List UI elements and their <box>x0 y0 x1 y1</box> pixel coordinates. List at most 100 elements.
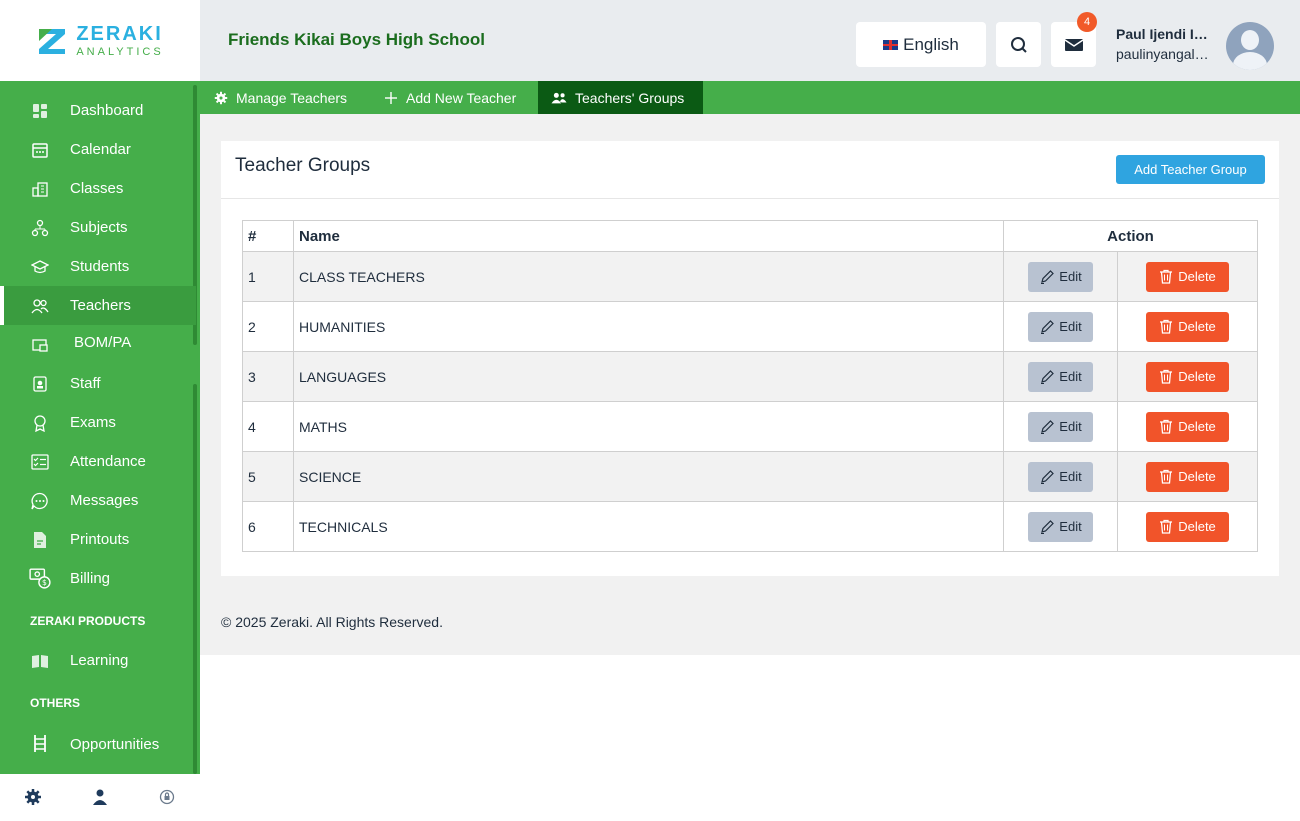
zeraki-logo-icon <box>39 28 66 54</box>
edit-button[interactable]: Edit <box>1028 461 1093 492</box>
delete-button[interactable]: Delete <box>1146 311 1229 342</box>
sidebar-item-exams[interactable]: Exams <box>0 403 196 442</box>
sidebar-item-label: Learning <box>70 652 129 669</box>
edit-label: Edit <box>1059 369 1082 384</box>
sidebar-item-opportunities[interactable]: Opportunities <box>0 725 196 764</box>
sidebar-item-label: Messages <box>70 492 139 509</box>
main-content: Teacher Groups Add Teacher Group # Name … <box>200 114 1300 655</box>
sidebar-item-dashboard[interactable]: Dashboard <box>0 91 196 130</box>
tab-teachers-groups[interactable]: Teachers' Groups <box>538 81 703 114</box>
group-name: LANGUAGES <box>293 351 1004 402</box>
group-name: TECHNICALS <box>293 501 1004 552</box>
uk-flag-icon <box>883 39 899 50</box>
bom-icon <box>32 339 48 352</box>
sidebar-item-label: Dashboard <box>70 102 144 119</box>
delete-label: Delete <box>1178 269 1216 284</box>
tab-label: Manage Teachers <box>236 89 348 106</box>
trash-icon <box>1160 519 1173 534</box>
edit-button[interactable]: Edit <box>1028 311 1093 342</box>
edit-cell: Edit <box>1003 301 1118 352</box>
sidebar-item-label: Attendance <box>70 453 146 470</box>
avatar-body <box>1233 52 1267 70</box>
avatar[interactable] <box>1226 22 1274 70</box>
logo[interactable]: ZERAKI ANALYTICS <box>0 0 200 81</box>
sidebar-item-subjects[interactable]: Subjects <box>0 208 196 247</box>
table-row: 5 SCIENCE Edit Delete <box>242 451 1258 502</box>
sidebar-item-label: Opportunities <box>70 736 160 753</box>
delete-button[interactable]: Delete <box>1146 361 1229 392</box>
printouts-icon <box>34 532 46 548</box>
teacher-groups-table: # Name Action 1 CLASS TEACHERS Edit Dele… <box>242 220 1258 552</box>
delete-label: Delete <box>1178 319 1216 334</box>
delete-button[interactable]: Delete <box>1146 261 1229 292</box>
pencil-icon <box>1041 269 1055 284</box>
sidebar-item-students[interactable]: Students <box>0 247 196 286</box>
sidebar-item-label: Classes <box>70 180 124 197</box>
delete-cell: Delete <box>1117 301 1258 352</box>
sidebar-item-teachers[interactable]: Teachers <box>0 286 196 325</box>
tab-add-new-teacher[interactable]: Add New Teacher <box>384 81 516 114</box>
delete-button[interactable]: Delete <box>1146 461 1229 492</box>
sidebar-item-bom-pa[interactable]: BOM/PA <box>0 323 196 362</box>
search-button[interactable] <box>996 22 1041 67</box>
edit-cell: Edit <box>1003 401 1118 452</box>
delete-label: Delete <box>1178 519 1216 534</box>
trash-icon <box>1160 469 1173 484</box>
tab-manage-teachers[interactable]: Manage Teachers <box>214 81 347 114</box>
user-info[interactable]: Paul Ijendi Inya… paulinyangal… <box>1116 26 1216 62</box>
sidebar-item-learning[interactable]: Learning <box>0 641 196 680</box>
delete-button[interactable]: Delete <box>1146 411 1229 442</box>
sidebar-item-classes[interactable]: Classes <box>0 169 196 208</box>
language-selector[interactable]: English <box>856 22 986 67</box>
group-name: HUMANITIES <box>293 301 1004 352</box>
sidebar-item-messages[interactable]: Messages <box>0 481 196 520</box>
messages-button[interactable]: 4 <box>1051 12 1097 67</box>
settings-icon[interactable] <box>24 788 42 806</box>
delete-cell: Delete <box>1117 351 1258 402</box>
row-number: 1 <box>242 251 294 302</box>
add-teacher-group-button[interactable]: Add Teacher Group <box>1116 155 1265 184</box>
trash-icon <box>1160 369 1173 384</box>
group-name: CLASS TEACHERS <box>293 251 1004 302</box>
delete-cell: Delete <box>1117 401 1258 452</box>
table-row: 2 HUMANITIES Edit Delete <box>242 301 1258 352</box>
footer-copyright: © 2025 Zeraki. All Rights Reserved. <box>221 614 443 630</box>
sidebar-item-staff[interactable]: Staff <box>0 364 196 403</box>
sub-nav-tabs: Manage Teachers Add New Teacher Teachers… <box>200 81 1300 114</box>
edit-button[interactable]: Edit <box>1028 261 1093 292</box>
subjects-icon <box>31 219 49 237</box>
edit-button[interactable]: Edit <box>1028 511 1093 542</box>
table-row: 6 TECHNICALS Edit Delete <box>242 501 1258 552</box>
column-header-action: Action <box>1003 220 1258 252</box>
students-icon <box>31 260 49 274</box>
gear-icon <box>214 91 228 104</box>
logout-icon[interactable] <box>158 788 176 806</box>
delete-button[interactable]: Delete <box>1146 511 1229 542</box>
sidebar-bottom-bar <box>0 774 200 821</box>
edit-button[interactable]: Edit <box>1028 411 1093 442</box>
sidebar-item-billing[interactable]: $ Billing <box>0 559 196 598</box>
edit-button[interactable]: Edit <box>1028 361 1093 392</box>
profile-icon[interactable] <box>91 788 109 806</box>
sidebar-item-label: Exams <box>70 414 116 431</box>
edit-label: Edit <box>1059 419 1082 434</box>
edit-label: Edit <box>1059 269 1082 284</box>
sidebar-item-calendar[interactable]: Calendar <box>0 130 196 169</box>
sidebar-item-label: Teachers <box>70 297 131 314</box>
sidebar-item-label: Calendar <box>70 141 131 158</box>
pencil-icon <box>1041 419 1055 434</box>
plus-icon <box>385 91 397 104</box>
sidebar-item-printouts[interactable]: Printouts <box>0 520 196 559</box>
attendance-icon <box>31 454 49 470</box>
pencil-icon <box>1041 469 1055 484</box>
sidebar-item-attendance[interactable]: Attendance <box>0 442 196 481</box>
column-header-number: # <box>242 220 294 252</box>
edit-label: Edit <box>1059 519 1082 534</box>
app-root: ZERAKI ANALYTICS Friends Kikai Boys High… <box>0 0 1300 821</box>
delete-label: Delete <box>1178 419 1216 434</box>
sidebar-item-label: Printouts <box>70 531 130 548</box>
edit-cell: Edit <box>1003 251 1118 302</box>
sidebar: Dashboard Calendar Classes Subjects Stud… <box>0 81 200 774</box>
billing-icon: $ <box>29 568 51 589</box>
messages-icon <box>31 492 48 510</box>
